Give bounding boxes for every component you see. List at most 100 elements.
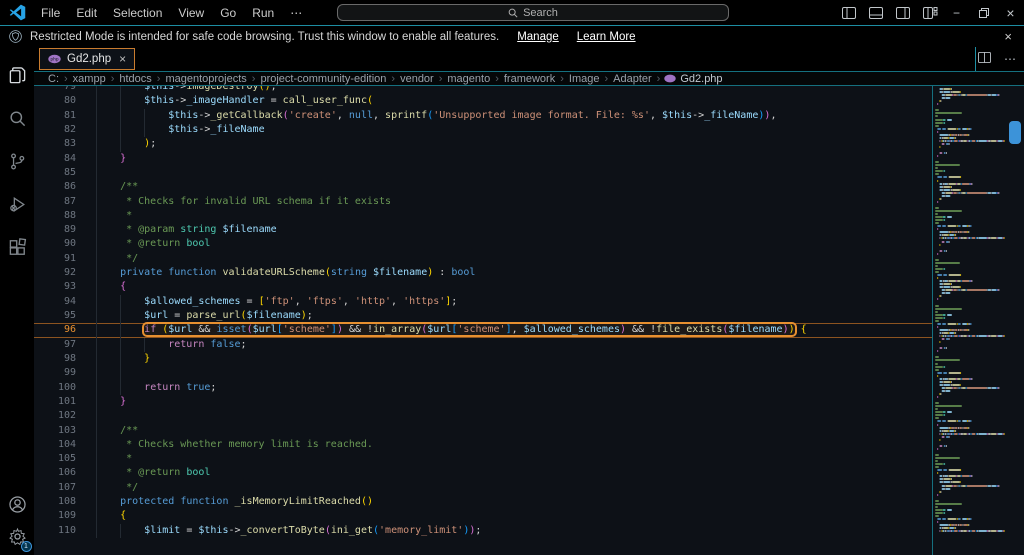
code-line-89[interactable]: 89 * @param string $filename xyxy=(34,223,932,237)
menu-selection[interactable]: Selection xyxy=(105,3,170,23)
accounts-icon[interactable] xyxy=(8,495,27,517)
toggle-secondary-sidebar-icon[interactable] xyxy=(889,0,916,26)
code-line-80[interactable]: 80 $this->_imageHandler = call_user_func… xyxy=(34,94,932,108)
customize-layout-icon[interactable] xyxy=(916,0,943,26)
menu-run[interactable]: Run xyxy=(244,3,282,23)
code-line-88[interactable]: 88 * xyxy=(34,209,932,223)
breadcrumb-item[interactable]: project-community-edition xyxy=(259,73,387,85)
toggle-primary-sidebar-icon[interactable] xyxy=(835,0,862,26)
window-close-button[interactable]: × xyxy=(997,0,1024,26)
breadcrumb-item[interactable]: magento xyxy=(446,73,491,85)
breadcrumb-item[interactable]: C: xyxy=(47,73,60,85)
minimap-content xyxy=(935,88,1006,555)
code-line-105[interactable]: 105 * xyxy=(34,452,932,466)
breadcrumb-item[interactable]: xampp xyxy=(72,73,107,85)
menu-file[interactable]: File xyxy=(33,3,68,23)
extensions-icon[interactable] xyxy=(0,227,34,267)
code-line-90[interactable]: 90 * @return bool xyxy=(34,237,932,251)
breadcrumb-item[interactable]: htdocs xyxy=(118,73,152,85)
banner-close-icon[interactable]: × xyxy=(1004,29,1012,44)
line-number: 79 xyxy=(34,86,86,94)
code-line-87[interactable]: 87 * Checks for invalid URL schema if it… xyxy=(34,195,932,209)
command-center-search[interactable]: Search xyxy=(337,4,729,21)
php-file-icon xyxy=(664,74,676,83)
code-line-93[interactable]: 93 { xyxy=(34,280,932,294)
explorer-icon[interactable] xyxy=(0,55,34,95)
line-number: 104 xyxy=(34,438,86,452)
chevron-right-icon: › xyxy=(604,73,608,85)
tab-close-icon[interactable]: × xyxy=(119,52,126,66)
restore-button[interactable] xyxy=(970,0,997,26)
code-line-99[interactable]: 99 xyxy=(34,366,932,380)
minimize-button[interactable]: − xyxy=(943,0,970,26)
breadcrumb: C:›xampp›htdocs›magentoprojects›project-… xyxy=(34,71,1024,86)
breadcrumb-item[interactable]: framework xyxy=(503,73,556,85)
code-line-101[interactable]: 101 } xyxy=(34,395,932,409)
scrollbar-handle[interactable] xyxy=(1009,121,1021,144)
menu-go[interactable]: Go xyxy=(212,3,244,23)
code-line-108[interactable]: 108 protected function _isMemoryLimitRea… xyxy=(34,495,932,509)
code-line-83[interactable]: 83 ); xyxy=(34,137,932,151)
code-line-95[interactable]: 95 $url = parse_url($filename); xyxy=(34,309,932,323)
minimap[interactable] xyxy=(932,86,1024,555)
tab-gd2-php[interactable]: php Gd2.php × xyxy=(39,48,135,70)
code-line-94[interactable]: 94 $allowed_schemes = ['ftp', 'ftps', 'h… xyxy=(34,295,932,309)
menu-more[interactable]: ⋯ xyxy=(282,3,311,23)
learn-more-link[interactable]: Learn More xyxy=(577,31,636,43)
code-line-102[interactable]: 102 xyxy=(34,409,932,423)
line-number: 82 xyxy=(34,123,86,137)
line-number: 106 xyxy=(34,466,86,480)
breadcrumb-item[interactable]: Image xyxy=(568,73,601,85)
code-line-91[interactable]: 91 */ xyxy=(34,252,932,266)
code-editor[interactable]: 79 $this->imageDestroy();80 $this->_imag… xyxy=(34,86,1024,555)
activity-bar: 1 xyxy=(0,47,34,555)
menu-view[interactable]: View xyxy=(170,3,212,23)
code-line-81[interactable]: 81 $this->_getCallback('create', null, s… xyxy=(34,109,932,123)
code-line-106[interactable]: 106 * @return bool xyxy=(34,466,932,480)
line-number: 87 xyxy=(34,195,86,209)
code-line-84[interactable]: 84 } xyxy=(34,152,932,166)
code-line-96[interactable]: 96 if ($url && isset($url['scheme']) && … xyxy=(34,323,932,337)
code-line-98[interactable]: 98 } xyxy=(34,352,932,366)
code-line-97[interactable]: 97 return false; xyxy=(34,338,932,352)
line-number: 94 xyxy=(34,295,86,309)
code-line-79[interactable]: 79 $this->imageDestroy(); xyxy=(34,86,932,94)
toggle-panel-icon[interactable] xyxy=(862,0,889,26)
manage-link[interactable]: Manage xyxy=(517,31,559,43)
chevron-right-icon: › xyxy=(495,73,499,85)
editor-more-actions-icon[interactable]: ⋯ xyxy=(1004,52,1016,66)
line-number: 83 xyxy=(34,137,86,151)
split-editor-icon[interactable] xyxy=(978,52,991,66)
code-line-103[interactable]: 103 /** xyxy=(34,424,932,438)
run-debug-icon[interactable] xyxy=(0,184,34,224)
code-line-85[interactable]: 85 xyxy=(34,166,932,180)
chevron-right-icon: › xyxy=(64,73,68,85)
line-number: 91 xyxy=(34,252,86,266)
code-line-104[interactable]: 104 * Checks whether memory limit is rea… xyxy=(34,438,932,452)
search-view-icon[interactable] xyxy=(0,98,34,138)
breadcrumb-item[interactable]: magentoprojects xyxy=(164,73,247,85)
restricted-mode-banner: Restricted Mode is intended for safe cod… xyxy=(0,26,1024,47)
chevron-right-icon: › xyxy=(157,73,161,85)
breadcrumb-file[interactable]: Gd2.php xyxy=(664,73,722,85)
line-number: 86 xyxy=(34,180,86,194)
menu-edit[interactable]: Edit xyxy=(68,3,105,23)
settings-badge: 1 xyxy=(21,541,32,552)
code-line-92[interactable]: 92 private function validateURLScheme(st… xyxy=(34,266,932,280)
code-line-100[interactable]: 100 return true; xyxy=(34,381,932,395)
line-number: 95 xyxy=(34,309,86,323)
code-line-109[interactable]: 109 { xyxy=(34,509,932,523)
code-line-86[interactable]: 86 /** xyxy=(34,180,932,194)
code-line-82[interactable]: 82 $this->_fileName xyxy=(34,123,932,137)
breadcrumb-item[interactable]: vendor xyxy=(399,73,435,85)
settings-gear-icon[interactable]: 1 xyxy=(8,527,27,549)
source-control-icon[interactable] xyxy=(0,141,34,181)
highlighted-code-box: if ($url && isset($url['scheme']) && !in… xyxy=(144,324,794,335)
breadcrumb-item[interactable]: Adapter xyxy=(612,73,653,85)
code-line-107[interactable]: 107 */ xyxy=(34,481,932,495)
line-number: 80 xyxy=(34,94,86,108)
code-line-110[interactable]: 110 $limit = $this->_convertToByte(ini_g… xyxy=(34,524,932,538)
line-number: 90 xyxy=(34,237,86,251)
line-number: 103 xyxy=(34,424,86,438)
line-number: 102 xyxy=(34,409,86,423)
